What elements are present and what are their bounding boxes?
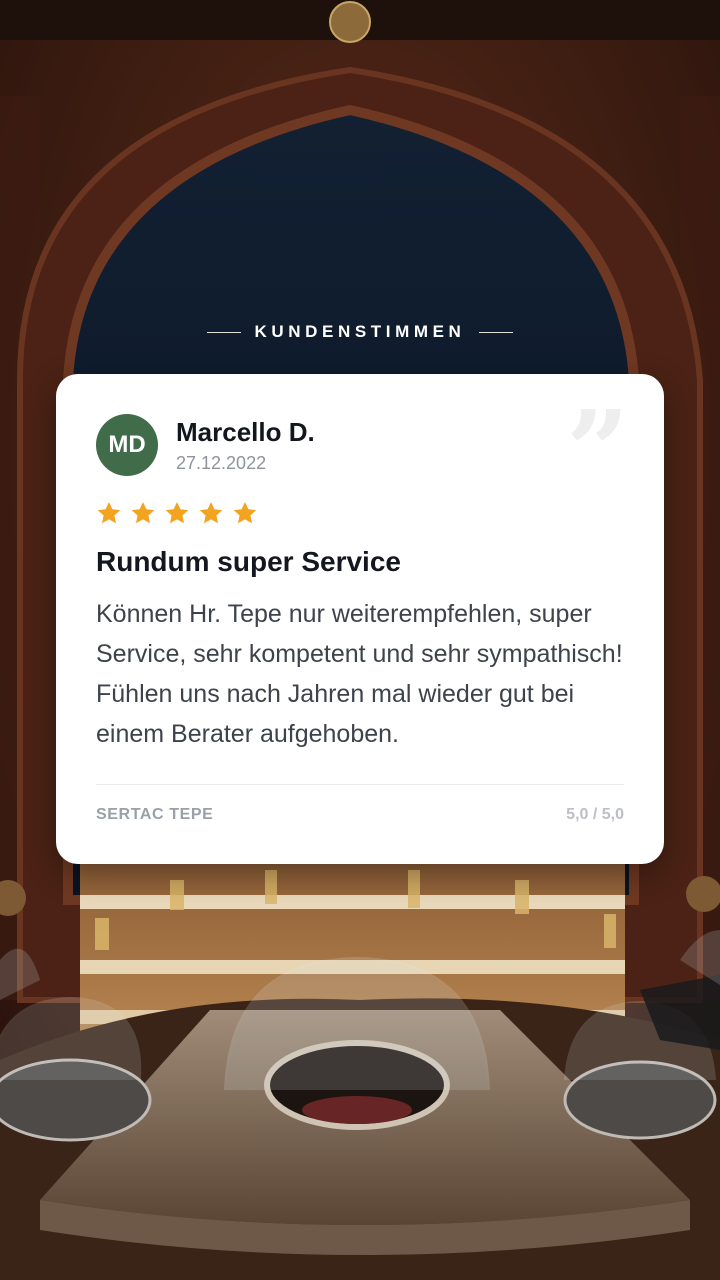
- star-icon: [199, 501, 223, 524]
- card-divider: [96, 784, 624, 785]
- section-heading: KUNDENSTIMMEN: [0, 318, 720, 346]
- review-text: Können Hr. Tepe nur weiterempfehlen, sup…: [96, 600, 623, 748]
- review-title: Rundum super Service: [96, 546, 401, 577]
- star-icon: [97, 501, 121, 524]
- star-icon: [165, 501, 189, 524]
- review-date: 27.12.2022: [176, 453, 267, 473]
- heading-rule-right: [479, 331, 514, 333]
- star-icon: [233, 501, 257, 524]
- review-card: MD Marcello D. 27.12.2022 ” Rundum super…: [56, 374, 664, 864]
- quote-icon: ”: [566, 386, 630, 515]
- avatar: MD: [96, 414, 158, 476]
- star-icon: [131, 501, 155, 524]
- review-author: SERTAC TEPE: [96, 806, 214, 823]
- reviewer-name: Marcello D.: [176, 417, 315, 447]
- heading-rule-left: [206, 331, 241, 333]
- star-rating: [96, 500, 258, 526]
- section-title: KUNDENSTIMMEN: [254, 322, 466, 341]
- review-rating: 5,0 / 5,0: [566, 806, 624, 823]
